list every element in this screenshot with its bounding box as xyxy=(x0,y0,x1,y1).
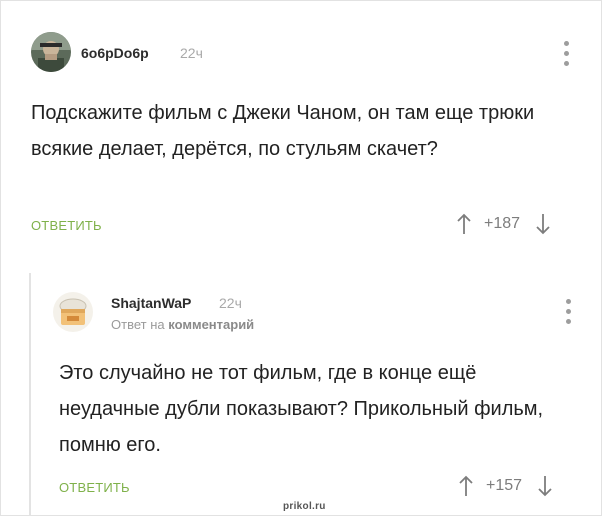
comment-time: 22ч xyxy=(219,295,242,311)
comment-time: 22ч xyxy=(180,45,203,61)
reply-to-prefix: Ответ на xyxy=(111,317,165,332)
more-options-icon[interactable] xyxy=(564,41,570,66)
avatar[interactable] xyxy=(53,292,93,332)
avatar[interactable] xyxy=(31,32,71,72)
avatar-image xyxy=(53,292,93,332)
comment-text: Подскажите фильм с Джеки Чаном, он там е… xyxy=(31,102,535,160)
author-name[interactable]: ShajtanWaP xyxy=(111,295,191,311)
more-options-icon[interactable] xyxy=(566,299,572,324)
vote-score: +157 xyxy=(486,477,523,494)
comments-panel: 6o6pDo6p 22ч Подскажите фильм с Джеки Ча… xyxy=(0,0,602,516)
comment-text: Это случайно не тот фильм, где в конце е… xyxy=(59,362,544,456)
upvote-arrow-icon[interactable] xyxy=(456,213,472,235)
downvote-arrow-icon[interactable] xyxy=(535,213,551,235)
reply-comment: ShajtanWaP 22ч Ответ на комментарий Это … xyxy=(29,273,601,515)
vote-score: +187 xyxy=(484,215,521,232)
avatar-image xyxy=(31,32,71,72)
reply-button[interactable]: ОТВЕТИТЬ xyxy=(59,480,130,495)
watermark: prikol.ru xyxy=(283,501,326,512)
vote-controls: +157 xyxy=(458,475,553,497)
downvote-arrow-icon[interactable] xyxy=(537,475,553,497)
upvote-arrow-icon[interactable] xyxy=(458,475,474,497)
comment: 6o6pDo6p 22ч Подскажите фильм с Джеки Ча… xyxy=(1,1,601,251)
author-name[interactable]: 6o6pDo6p xyxy=(81,45,149,61)
reply-to-link[interactable]: Ответ на комментарий xyxy=(111,317,254,332)
vote-controls: +187 xyxy=(456,213,551,235)
reply-button[interactable]: ОТВЕТИТЬ xyxy=(31,218,102,233)
reply-to-target[interactable]: комментарий xyxy=(168,317,254,332)
